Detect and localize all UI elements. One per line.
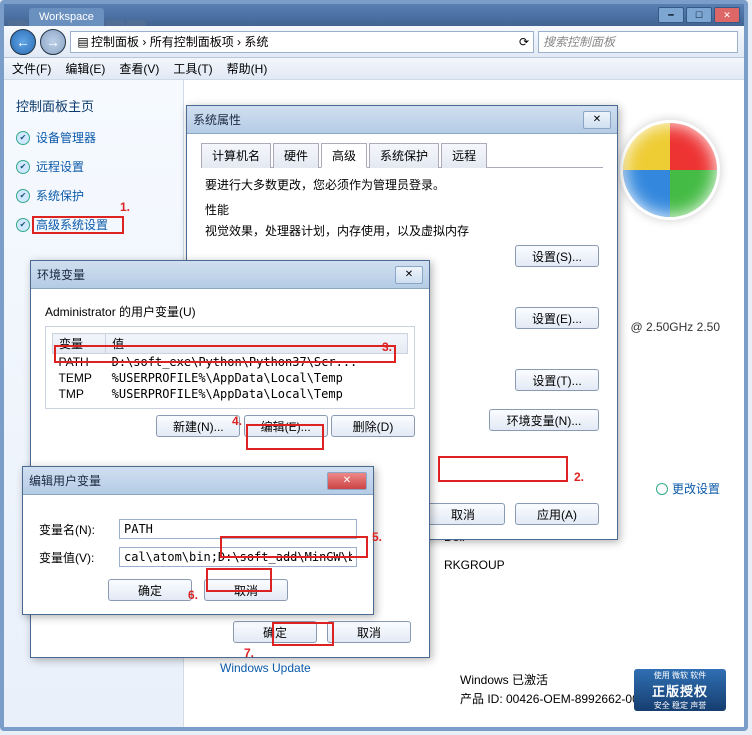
crumb[interactable]: 控制面板 (91, 33, 139, 50)
menu-help[interactable]: 帮助(H) (227, 60, 268, 77)
search-input[interactable]: 搜索控制面板 (538, 31, 738, 53)
maximize-button[interactable]: ☐ (686, 7, 712, 23)
browser-tab[interactable] (105, 20, 125, 26)
perf-title: 性能 (205, 201, 599, 218)
minimize-button[interactable]: ━ (658, 7, 684, 23)
windows-update-link[interactable]: Windows Update (220, 661, 311, 675)
shield-icon: ✔ (16, 218, 30, 232)
windows-logo-icon (620, 120, 720, 220)
delete-var-button[interactable]: 删除(D) (331, 415, 415, 437)
cancel-button[interactable]: 取消 (327, 621, 411, 643)
user-vars-list[interactable]: 变量值 PATHD:\soft_exe\Python\Python37\Scr.… (45, 326, 415, 409)
user-vars-label: Administrator 的用户变量(U) (45, 303, 415, 320)
apply-button[interactable]: 应用(A) (515, 503, 599, 525)
close-icon[interactable]: ✕ (327, 472, 367, 490)
menu-tools[interactable]: 工具(T) (173, 60, 212, 77)
var-name-label: 变量名(N): (39, 521, 119, 538)
forward-button[interactable]: → (40, 29, 66, 55)
sidebar-title: 控制面板主页 (16, 96, 171, 115)
refresh-icon[interactable]: ⟳ (519, 35, 529, 49)
shield-icon: ✔ (16, 189, 30, 203)
annotation-1: 1. (120, 200, 130, 214)
sidebar-link-protection[interactable]: ✔系统保护 (16, 187, 171, 204)
new-var-button[interactable]: 新建(N)... (156, 415, 240, 437)
perf-settings-button[interactable]: 设置(S)... (515, 245, 599, 267)
cancel-button[interactable]: 取消 (204, 579, 288, 601)
var-value-input[interactable] (119, 547, 357, 567)
col-var[interactable]: 变量 (53, 334, 106, 354)
genuine-badge: 使用 微软 软件 正版授权 安全 稳定 声誉 (634, 669, 726, 711)
menu-edit[interactable]: 编辑(E) (65, 60, 105, 77)
dialog-title: 编辑用户变量 (29, 472, 327, 489)
tab-hardware[interactable]: 硬件 (273, 143, 319, 168)
ok-button[interactable]: 确定 (108, 579, 192, 601)
sidebar-link-remote[interactable]: ✔远程设置 (16, 158, 171, 175)
table-row[interactable]: PATHD:\soft_exe\Python\Python37\Scr... (53, 354, 408, 371)
shield-icon: ✔ (16, 160, 30, 174)
col-val[interactable]: 值 (106, 334, 408, 354)
tab-advanced[interactable]: 高级 (321, 143, 367, 168)
userprofile-settings-button[interactable]: 设置(E)... (515, 307, 599, 329)
cancel-button[interactable]: 取消 (421, 503, 505, 525)
product-id: 产品 ID: 00426-OEM-8992662-00400 (460, 690, 659, 707)
annotation-2: 2. (574, 470, 584, 484)
activation-status: Windows 已激活 (460, 671, 659, 688)
window-tab-strip: Workspace ━ ☐ ✕ (4, 4, 744, 26)
close-icon[interactable]: ✕ (395, 266, 423, 284)
annotation-3: 3. (382, 340, 392, 354)
nav-toolbar: ← → ▤ 控制面板 › 所有控制面板项 › 系统 ⟳ 搜索控制面板 (4, 26, 744, 58)
crumb[interactable]: 系统 (244, 33, 268, 50)
sidebar-link-advanced[interactable]: ✔高级系统设置 (16, 216, 171, 233)
menu-bar: 文件(F) 编辑(E) 查看(V) 工具(T) 帮助(H) (4, 58, 744, 80)
menu-file[interactable]: 文件(F) (12, 60, 51, 77)
perf-desc: 视觉效果，处理器计划，内存使用，以及虚拟内存 (205, 222, 599, 239)
close-icon[interactable]: ✕ (583, 111, 611, 129)
table-row[interactable]: TEMP%USERPROFILE%\AppData\Local\Temp (53, 370, 408, 386)
admin-note: 要进行大多数更改，您必须作为管理员登录。 (205, 176, 599, 193)
cpu-info: @ 2.50GHz 2.50 (630, 320, 720, 334)
menu-view[interactable]: 查看(V) (119, 60, 159, 77)
close-button[interactable]: ✕ (714, 7, 740, 23)
back-button[interactable]: ← (10, 29, 36, 55)
dialog-title: 系统属性 (193, 111, 583, 128)
crumb[interactable]: 所有控制面板项 (150, 33, 234, 50)
browser-tab[interactable] (126, 20, 146, 26)
edit-var-button[interactable]: 编辑(E)... (244, 415, 328, 437)
ok-button[interactable]: 确定 (233, 621, 317, 643)
browser-tab[interactable] (8, 20, 28, 26)
dialog-title: 环境变量 (37, 266, 395, 283)
annotation-4: 4. (232, 414, 242, 428)
table-row[interactable]: TMP%USERPROFILE%\AppData\Local\Temp (53, 386, 408, 402)
breadcrumb-bar[interactable]: ▤ 控制面板 › 所有控制面板项 › 系统 ⟳ (70, 31, 534, 53)
startup-settings-button[interactable]: 设置(T)... (515, 369, 599, 391)
tab-remote[interactable]: 远程 (441, 143, 487, 168)
properties-tabs: 计算机名 硬件 高级 系统保护 远程 (201, 142, 603, 168)
var-name-input[interactable] (119, 519, 357, 539)
annotation-5: 5. (372, 530, 382, 544)
tab-computer-name[interactable]: 计算机名 (201, 143, 271, 168)
env-vars-button[interactable]: 环境变量(N)... (489, 409, 599, 431)
tab-protection[interactable]: 系统保护 (369, 143, 439, 168)
workgroup-label: RKGROUP (444, 558, 505, 572)
browser-tab[interactable]: Workspace (29, 8, 104, 26)
sidebar-link-device-manager[interactable]: ✔设备管理器 (16, 129, 171, 146)
control-panel-icon: ▤ (75, 35, 91, 49)
change-settings-link[interactable]: 更改设置 (656, 480, 720, 497)
annotation-7: 7. (244, 646, 254, 660)
annotation-6: 6. (188, 588, 198, 602)
shield-icon: ✔ (16, 131, 30, 145)
var-value-label: 变量值(V): (39, 549, 119, 566)
